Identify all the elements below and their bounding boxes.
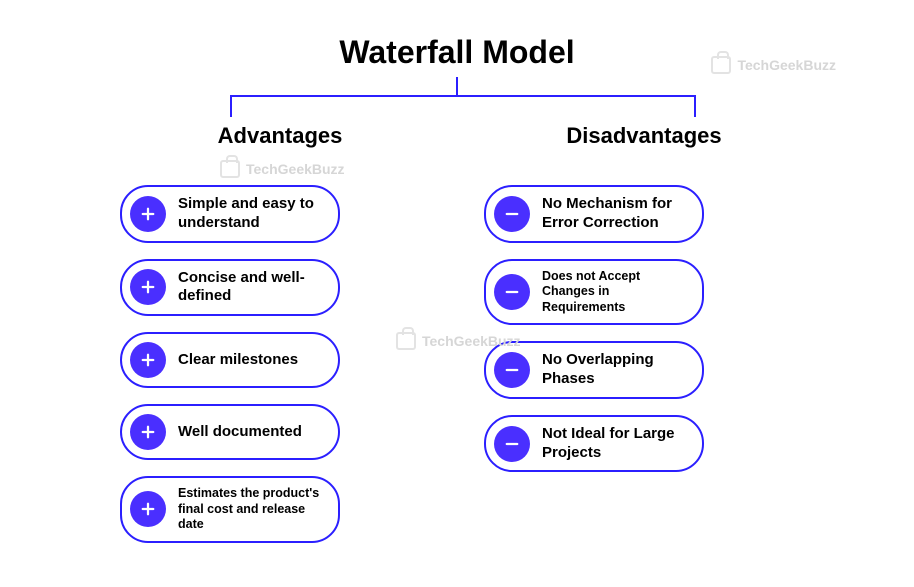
advantage-item: Well documented xyxy=(120,404,340,460)
connector-lines xyxy=(0,77,914,127)
advantages-list: Simple and easy to understand Concise and… xyxy=(120,185,440,543)
item-text: Not Ideal for Large Projects xyxy=(542,425,688,463)
item-text: Concise and well-defined xyxy=(178,269,324,307)
columns-container: Advantages Simple and easy to understand… xyxy=(0,123,914,559)
item-text: Estimates the product's final cost and r… xyxy=(178,486,324,533)
plus-icon xyxy=(130,342,166,378)
disadvantage-item: No Overlapping Phases xyxy=(484,341,704,399)
minus-icon xyxy=(494,196,530,232)
item-text: Clear milestones xyxy=(178,351,298,370)
minus-icon xyxy=(494,274,530,310)
advantages-column: Advantages Simple and easy to understand… xyxy=(120,123,440,559)
advantage-item: Clear milestones xyxy=(120,332,340,388)
plus-icon xyxy=(130,196,166,232)
plus-icon xyxy=(130,269,166,305)
disadvantage-item: Does not Accept Changes in Requirements xyxy=(484,259,704,326)
item-text: Simple and easy to understand xyxy=(178,195,324,233)
disadvantages-list: No Mechanism for Error Correction Does no… xyxy=(484,185,804,472)
advantage-item: Simple and easy to understand xyxy=(120,185,340,243)
plus-icon xyxy=(130,491,166,527)
diagram-title: Waterfall Model xyxy=(0,0,914,71)
item-text: Well documented xyxy=(178,423,302,442)
item-text: No Mechanism for Error Correction xyxy=(542,195,688,233)
item-text: No Overlapping Phases xyxy=(542,351,688,389)
minus-icon xyxy=(494,352,530,388)
minus-icon xyxy=(494,426,530,462)
disadvantage-item: No Mechanism for Error Correction xyxy=(484,185,704,243)
item-text: Does not Accept Changes in Requirements xyxy=(542,269,688,316)
disadvantages-column: Disadvantages No Mechanism for Error Cor… xyxy=(484,123,804,559)
plus-icon xyxy=(130,414,166,450)
advantage-item: Concise and well-defined xyxy=(120,259,340,317)
advantage-item: Estimates the product's final cost and r… xyxy=(120,476,340,543)
disadvantage-item: Not Ideal for Large Projects xyxy=(484,415,704,473)
